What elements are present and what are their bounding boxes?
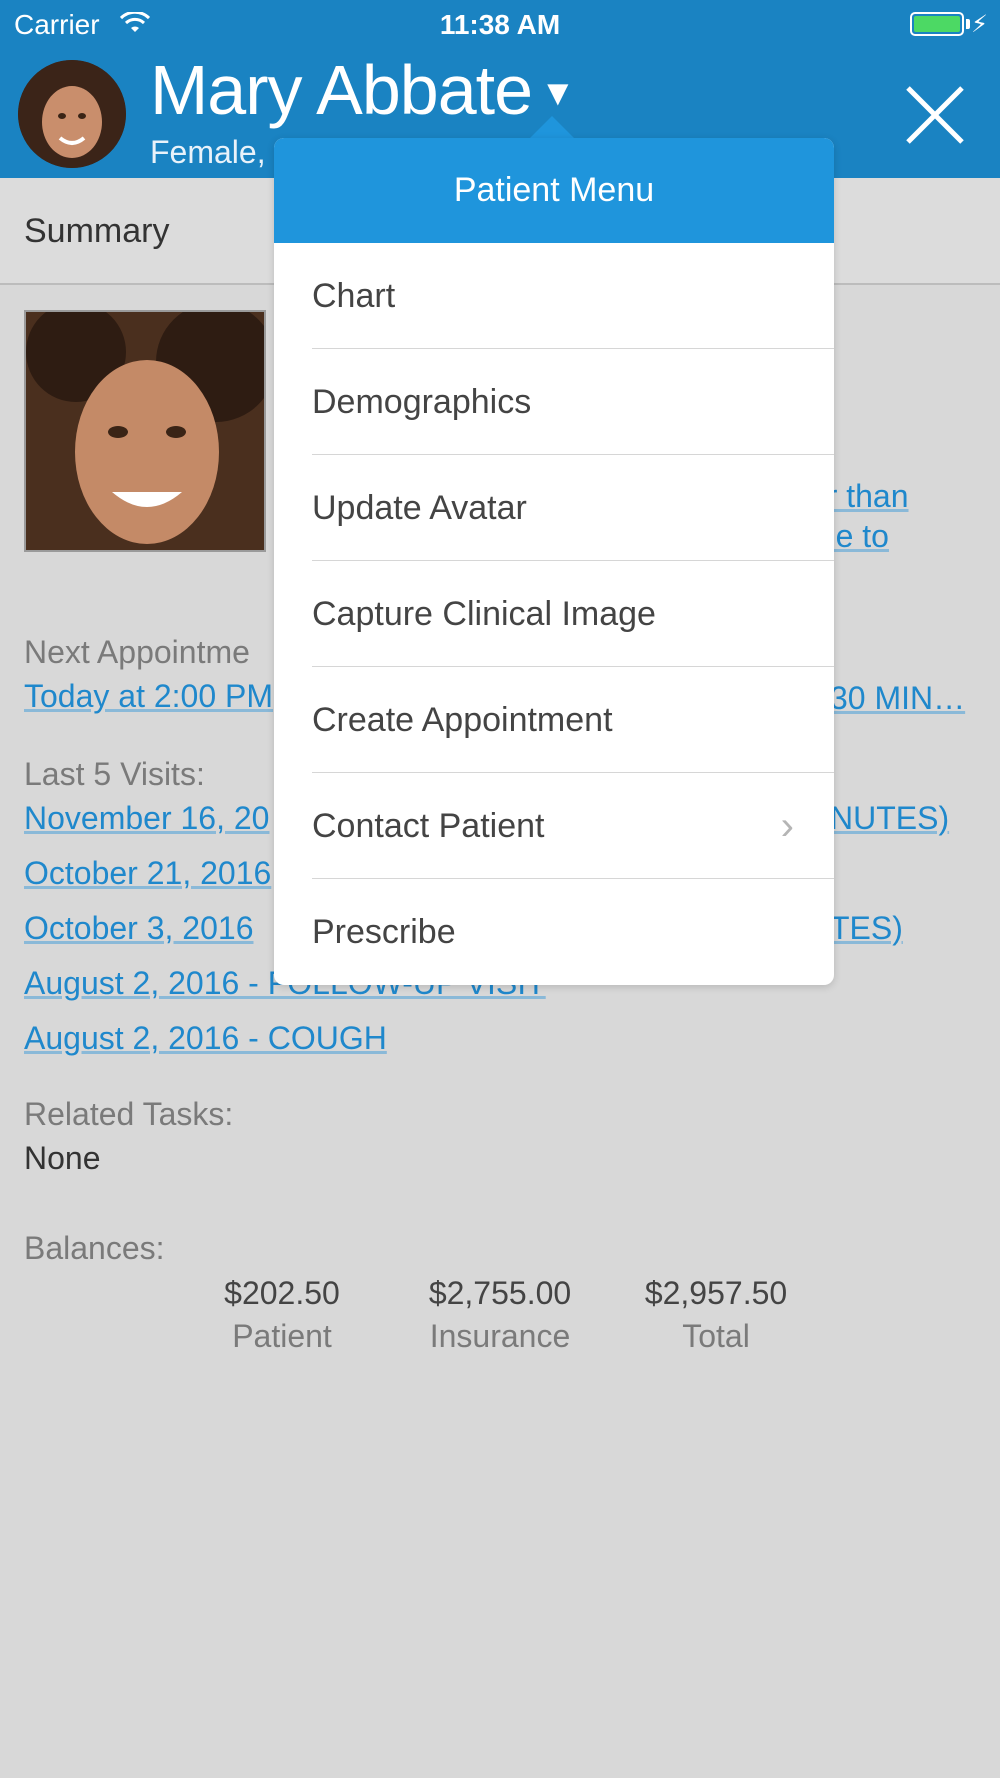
menu-item-contact-patient[interactable]: Contact Patient ›: [312, 773, 834, 879]
visit-link-detail[interactable]: NUTES): [830, 800, 949, 837]
battery-icon: [910, 12, 964, 36]
close-icon[interactable]: [900, 80, 970, 150]
menu-item-capture-clinical-image[interactable]: Capture Clinical Image: [312, 561, 834, 667]
next-appointment-detail-link[interactable]: 30 MIN…: [830, 680, 965, 717]
related-tasks-value: None: [24, 1140, 101, 1176]
visit-link[interactable]: October 21, 2016: [24, 855, 271, 892]
patient-photo: [24, 310, 266, 552]
menu-item-demographics[interactable]: Demographics: [312, 349, 834, 455]
balance-insurance: $2,755.00 Insurance: [410, 1275, 590, 1355]
menu-item-contact-patient-label: Contact Patient: [312, 807, 545, 845]
last-visits-label: Last 5 Visits:: [24, 756, 205, 792]
balance-patient-value: $202.50: [224, 1275, 340, 1311]
patient-name[interactable]: Mary Abbate: [150, 50, 533, 130]
balance-total: $2,957.50 Total: [630, 1275, 802, 1355]
balance-insurance-value: $2,755.00: [428, 1275, 572, 1311]
dropdown-caret-icon[interactable]: ▼: [540, 72, 576, 114]
balances-label: Balances:: [24, 1230, 165, 1266]
menu-item-chart[interactable]: Chart: [312, 243, 834, 349]
charging-icon: ⚡: [971, 11, 988, 38]
next-appointment-label: Next Appointme: [24, 634, 250, 670]
patient-menu-title: Patient Menu: [274, 138, 834, 243]
popover-arrow: [528, 116, 576, 140]
next-appointment-link[interactable]: Today at 2:00 PM: [24, 678, 273, 715]
balance-insurance-label: Insurance: [429, 1318, 571, 1354]
visit-link-detail[interactable]: TES): [830, 910, 903, 947]
related-tasks-label: Related Tasks:: [24, 1096, 234, 1132]
menu-item-prescribe[interactable]: Prescribe: [312, 879, 834, 985]
balance-patient: $202.50 Patient: [200, 1275, 364, 1355]
avatar[interactable]: [18, 60, 126, 168]
patient-menu-popover: Patient Menu Chart Demographics Update A…: [274, 138, 834, 985]
balance-total-label: Total: [682, 1318, 750, 1354]
menu-item-update-avatar[interactable]: Update Avatar: [312, 455, 834, 561]
status-bar: Carrier 11:38 AM ⚡: [0, 0, 1000, 50]
visit-link[interactable]: October 3, 2016: [24, 910, 253, 947]
patient-subtitle: Female,: [150, 134, 266, 170]
menu-item-create-appointment[interactable]: Create Appointment: [312, 667, 834, 773]
balance-patient-label: Patient: [232, 1318, 332, 1354]
chevron-right-icon: ›: [780, 804, 794, 848]
balance-total-value: $2,957.50: [644, 1275, 788, 1311]
visit-link[interactable]: November 16, 20: [24, 800, 269, 837]
status-time: 11:38 AM: [439, 9, 561, 40]
tab-summary[interactable]: Summary: [24, 212, 169, 251]
visit-link[interactable]: August 2, 2016 - COUGH: [24, 1020, 387, 1057]
